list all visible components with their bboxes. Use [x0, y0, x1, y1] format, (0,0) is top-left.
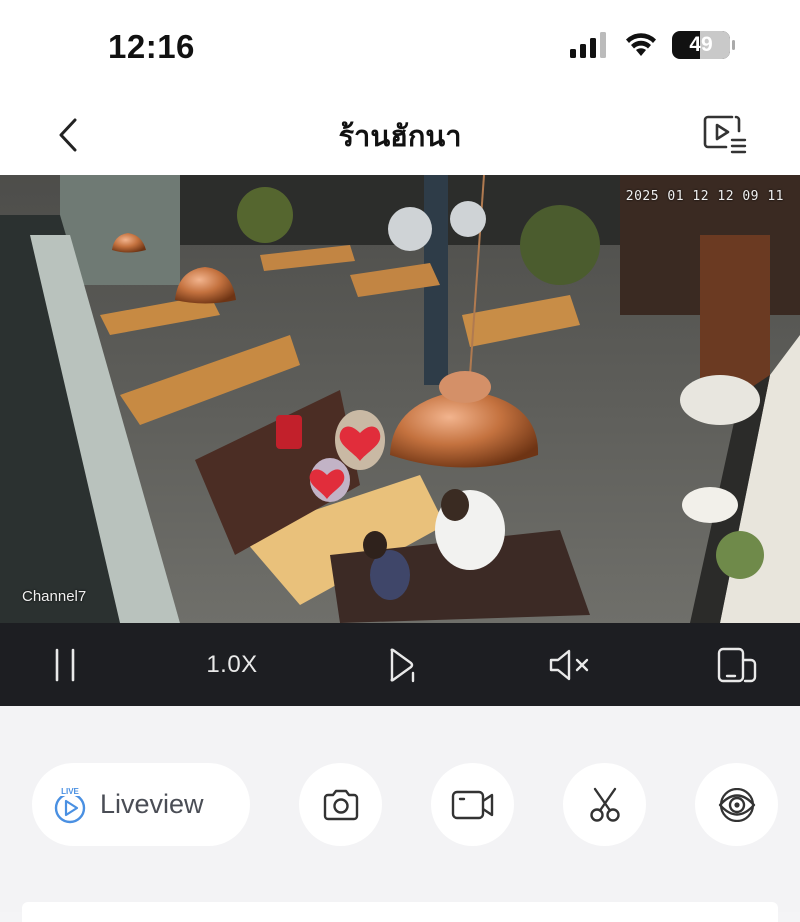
screen-rotate-icon: [717, 647, 757, 682]
wifi-icon: [626, 33, 656, 56]
video-camera-icon: [451, 790, 493, 819]
camera-video-feed[interactable]: 2025 01 12 12 09 11 Channel7: [0, 175, 800, 623]
details-card: [22, 902, 778, 922]
mute-button[interactable]: [544, 623, 594, 706]
playback-controls: 1.0X: [0, 623, 800, 706]
playlist-button[interactable]: [702, 113, 748, 157]
camera-icon: [323, 789, 358, 820]
record-button[interactable]: [431, 763, 514, 846]
nav-bar: ร้านฮักนา: [0, 95, 800, 175]
live-play-icon: LIVE: [54, 785, 86, 823]
live-badge: LIVE: [61, 787, 79, 796]
eye-icon: [718, 787, 755, 822]
liveview-label: Liveview: [100, 789, 204, 819]
playback-speed-button[interactable]: 1.0X: [196, 623, 268, 706]
battery-icon: 49: [672, 31, 735, 59]
action-panel: LIVE Liveview: [0, 706, 800, 922]
privacy-view-button[interactable]: [695, 763, 778, 846]
rotate-screen-button[interactable]: [712, 623, 762, 706]
video-list-icon: [703, 115, 747, 154]
pause-button[interactable]: [40, 623, 90, 706]
video-timestamp: 2025 01 12 12 09 11: [625, 189, 784, 204]
status-bar: 12:16 49: [0, 0, 800, 95]
video-channel-label: Channel7: [22, 588, 87, 605]
next-frame-button[interactable]: [382, 623, 422, 706]
battery-level: 49: [689, 33, 713, 56]
status-time: 12:16: [108, 28, 195, 65]
cellular-signal-icon: [570, 32, 606, 58]
cctv-scene: [0, 175, 800, 623]
page-title: ร้านฮักนา: [338, 119, 462, 153]
liveview-button[interactable]: LIVE Liveview: [32, 763, 250, 846]
play-next-icon: [390, 647, 415, 682]
status-icons: 49: [570, 31, 735, 59]
pause-icon: [55, 648, 75, 681]
clip-button[interactable]: [563, 763, 646, 846]
snapshot-button[interactable]: [299, 763, 382, 846]
scissors-icon: [589, 787, 620, 822]
speaker-muted-icon: [549, 649, 589, 680]
